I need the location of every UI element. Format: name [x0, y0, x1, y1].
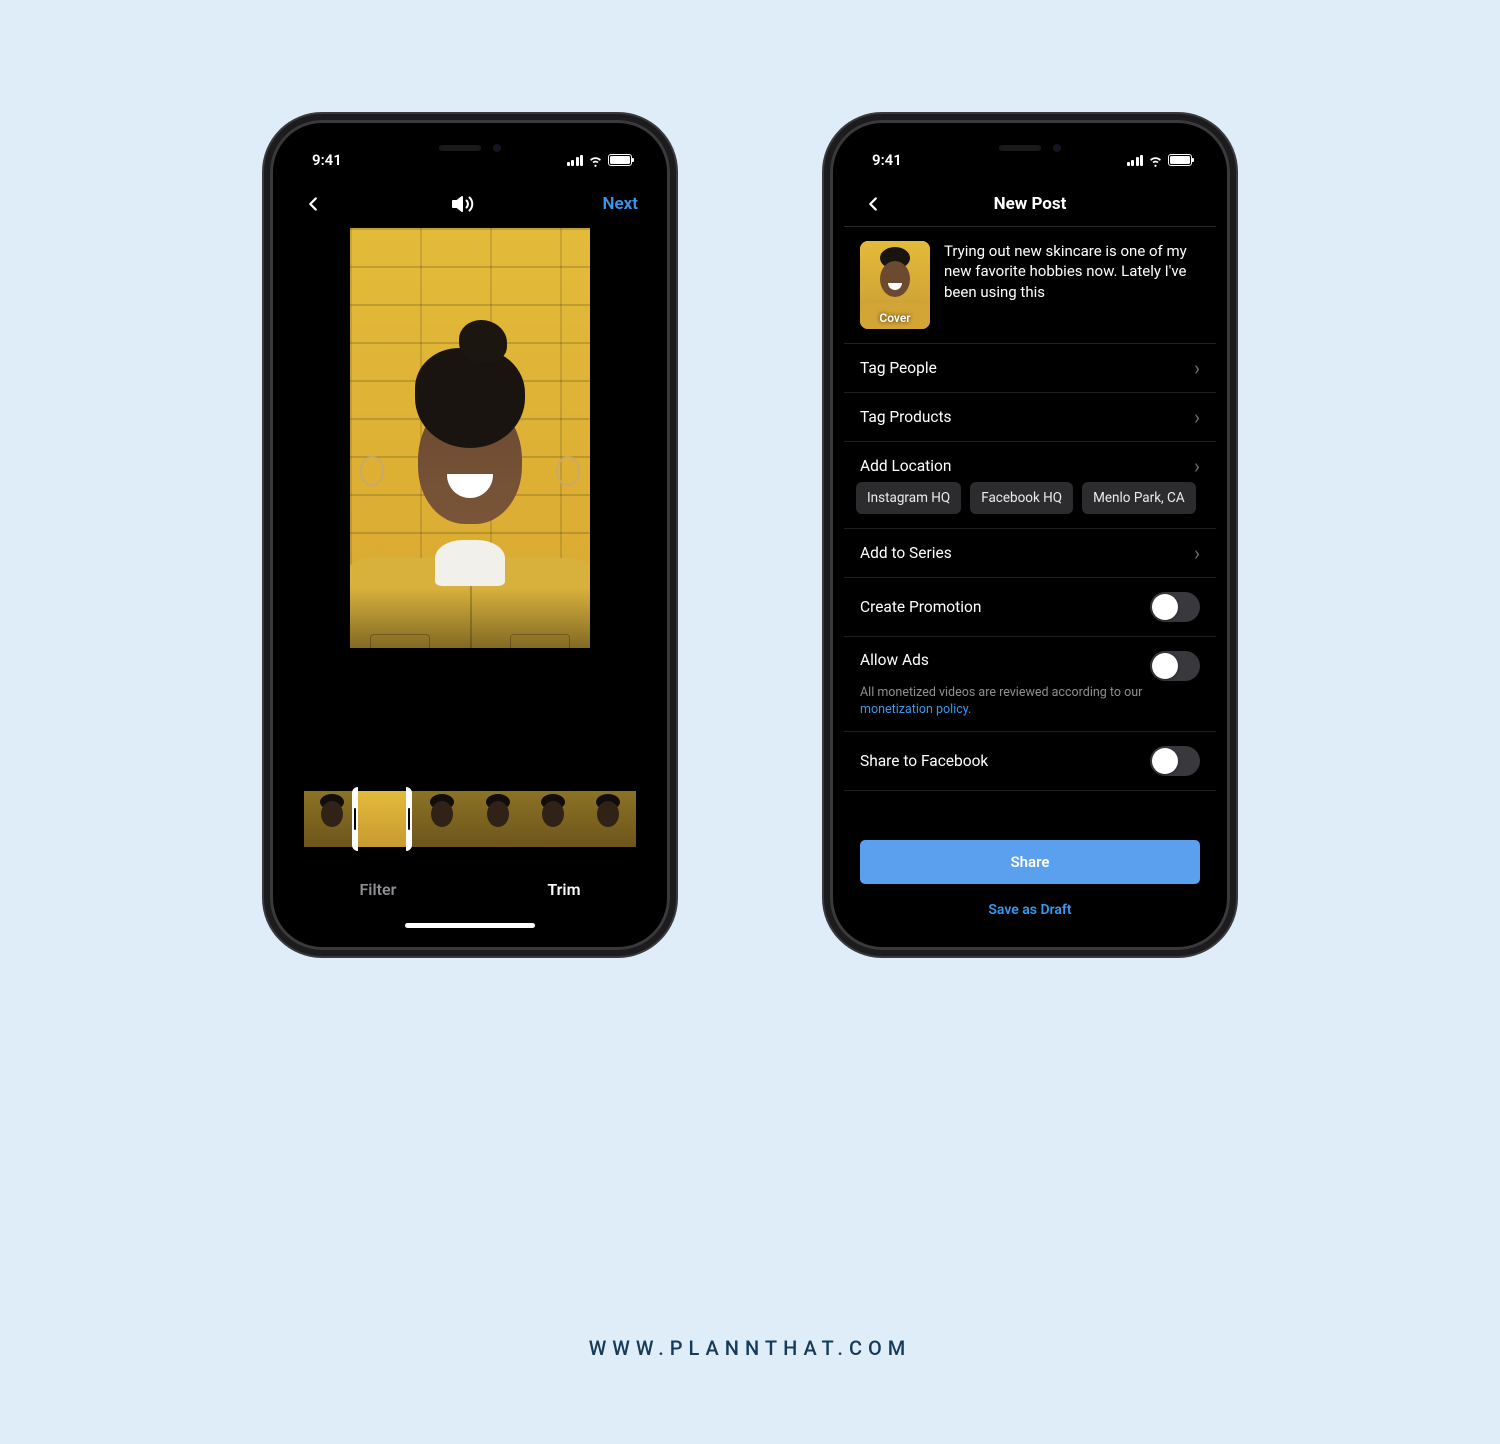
- trim-handles[interactable]: [352, 787, 412, 851]
- cellular-icon: [1127, 155, 1144, 166]
- location-chip[interactable]: Menlo Park, CA: [1082, 482, 1196, 514]
- ads-subtext: All monetized videos are reviewed accord…: [844, 685, 1216, 732]
- wifi-icon: [1148, 153, 1163, 168]
- phone-mockup-edit: 9:41 Next: [270, 120, 670, 950]
- share-button[interactable]: Share: [860, 840, 1200, 884]
- edit-mode-tabs: Filter Trim: [284, 863, 656, 915]
- phone-mockup-newpost: 9:41 New Post: [830, 120, 1230, 950]
- phone-notch: [385, 134, 555, 162]
- caption-input[interactable]: Trying out new skincare is one of my new…: [944, 241, 1200, 329]
- tab-filter[interactable]: Filter: [360, 880, 397, 899]
- battery-icon: [1168, 154, 1192, 166]
- edit-nav-bar: Next: [284, 182, 656, 226]
- tag-products-row[interactable]: Tag Products ›: [844, 393, 1216, 442]
- tab-trim[interactable]: Trim: [547, 880, 580, 899]
- chevron-right-icon: ›: [1194, 456, 1200, 476]
- allow-ads-row: Allow Ads: [844, 637, 1216, 685]
- back-button[interactable]: [302, 193, 324, 215]
- create-promotion-row: Create Promotion: [844, 578, 1216, 637]
- status-time: 9:41: [872, 151, 902, 169]
- location-chip[interactable]: Instagram HQ: [856, 482, 961, 514]
- location-suggestions: Instagram HQ Facebook HQ Menlo Park, CA: [844, 482, 1216, 529]
- chevron-right-icon: ›: [1194, 543, 1200, 563]
- monetization-policy-link[interactable]: monetization policy: [860, 702, 968, 717]
- share-facebook-row: Share to Facebook: [844, 732, 1216, 791]
- phone-notch: [945, 134, 1115, 162]
- trim-timeline[interactable]: [304, 791, 636, 847]
- add-series-row[interactable]: Add to Series ›: [844, 529, 1216, 578]
- tag-people-row[interactable]: Tag People ›: [844, 344, 1216, 393]
- watermark-url: WWW.PLANNTHAT.COM: [0, 1336, 1500, 1360]
- save-draft-link[interactable]: Save as Draft: [988, 896, 1071, 930]
- chevron-right-icon: ›: [1194, 358, 1200, 378]
- sound-toggle-icon[interactable]: [451, 192, 475, 216]
- video-preview[interactable]: [284, 226, 656, 791]
- status-time: 9:41: [312, 151, 342, 169]
- cover-thumbnail[interactable]: Cover: [860, 241, 930, 329]
- battery-icon: [608, 154, 632, 166]
- cover-label: Cover: [860, 311, 930, 325]
- page-title: New Post: [844, 194, 1216, 214]
- add-location-row[interactable]: Add Location ›: [844, 442, 1216, 482]
- next-button[interactable]: Next: [603, 194, 639, 214]
- home-indicator[interactable]: [405, 923, 535, 928]
- allow-ads-toggle[interactable]: [1150, 651, 1200, 681]
- location-chip[interactable]: Facebook HQ: [970, 482, 1073, 514]
- wifi-icon: [588, 153, 603, 168]
- create-promotion-toggle[interactable]: [1150, 592, 1200, 622]
- share-facebook-toggle[interactable]: [1150, 746, 1200, 776]
- newpost-nav-bar: New Post: [844, 182, 1216, 226]
- cellular-icon: [567, 155, 584, 166]
- caption-row: Cover Trying out new skincare is one of …: [844, 227, 1216, 344]
- chevron-right-icon: ›: [1194, 407, 1200, 427]
